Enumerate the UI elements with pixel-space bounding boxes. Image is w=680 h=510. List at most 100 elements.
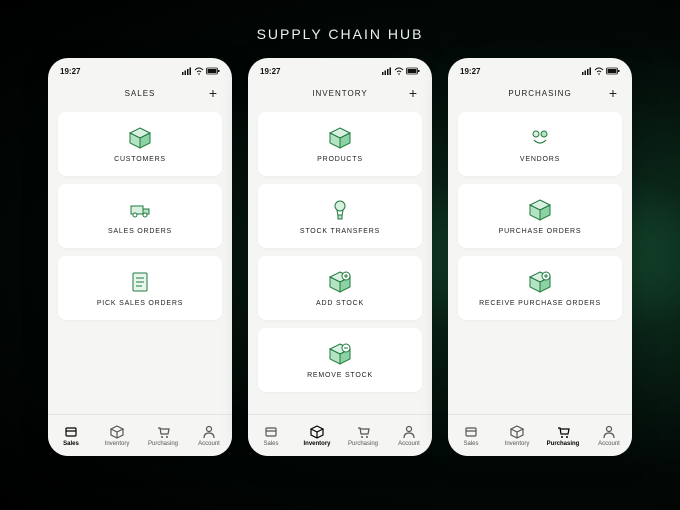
stock-transfers-icon	[328, 198, 352, 222]
card-label: STOCK TRANSFERS	[300, 228, 380, 235]
inventory-tab-icon	[510, 425, 524, 439]
card-label: VENDORS	[520, 156, 560, 163]
products-icon	[328, 126, 352, 150]
phone-mockup: 19:27 SALES + CUSTOMERS SALES ORDERS PICK…	[48, 58, 232, 456]
signal-icon	[182, 67, 192, 75]
wifi-icon	[194, 67, 204, 75]
menu-card-products[interactable]: PRODUCTS	[258, 112, 422, 176]
tab-inventory[interactable]: Inventory	[294, 415, 340, 456]
tab-sales[interactable]: Sales	[248, 415, 294, 456]
card-label: ADD STOCK	[316, 300, 364, 307]
add-stock-icon	[328, 270, 352, 294]
tab-label: Account	[398, 441, 420, 447]
add-button[interactable]: +	[209, 86, 218, 100]
tab-label: Sales	[463, 441, 478, 447]
tab-sales[interactable]: Sales	[48, 415, 94, 456]
menu-card-stock-transfers[interactable]: STOCK TRANSFERS	[258, 184, 422, 248]
phone-mockups: 19:27 SALES + CUSTOMERS SALES ORDERS PICK…	[0, 58, 680, 456]
battery-icon	[606, 67, 620, 75]
inventory-tab-icon	[110, 425, 124, 439]
tab-bar: Sales Inventory Purchasing Account	[248, 414, 432, 456]
card-label: REMOVE STOCK	[307, 372, 373, 379]
tab-inventory[interactable]: Inventory	[494, 415, 540, 456]
sales-tab-icon	[64, 425, 78, 439]
tab-purchasing[interactable]: Purchasing	[340, 415, 386, 456]
tab-label: Inventory	[505, 441, 530, 447]
tab-label: Inventory	[303, 441, 330, 447]
customers-icon	[128, 126, 152, 150]
card-list: PRODUCTS STOCK TRANSFERS ADD STOCK REMOV…	[248, 108, 432, 414]
status-indicators	[582, 67, 620, 75]
add-button[interactable]: +	[609, 86, 618, 100]
screen-title: INVENTORY	[312, 89, 367, 98]
tab-account[interactable]: Account	[186, 415, 232, 456]
tab-purchasing[interactable]: Purchasing	[540, 415, 586, 456]
tab-label: Purchasing	[547, 441, 580, 447]
page-title: SUPPLY CHAIN HUB	[0, 26, 680, 42]
wifi-icon	[394, 67, 404, 75]
tab-account[interactable]: Account	[386, 415, 432, 456]
tab-sales[interactable]: Sales	[448, 415, 494, 456]
status-time: 19:27	[260, 67, 280, 76]
card-label: SALES ORDERS	[108, 228, 172, 235]
menu-card-add-stock[interactable]: ADD STOCK	[258, 256, 422, 320]
tab-bar: Sales Inventory Purchasing Account	[448, 414, 632, 456]
card-label: CUSTOMERS	[114, 156, 166, 163]
tab-label: Purchasing	[148, 441, 178, 447]
card-label: PURCHASE ORDERS	[499, 228, 582, 235]
purchasing-tab-icon	[556, 425, 570, 439]
status-bar: 19:27	[248, 58, 432, 78]
purchase-orders-icon	[528, 198, 552, 222]
vendors-icon	[528, 126, 552, 150]
card-list: CUSTOMERS SALES ORDERS PICK SALES ORDERS	[48, 108, 232, 414]
purchasing-tab-icon	[156, 425, 170, 439]
card-label: RECEIVE PURCHASE ORDERS	[479, 300, 601, 307]
tab-label: Inventory	[105, 441, 130, 447]
signal-icon	[582, 67, 592, 75]
sales-orders-icon	[128, 198, 152, 222]
status-indicators	[182, 67, 220, 75]
menu-card-purchase-orders[interactable]: PURCHASE ORDERS	[458, 184, 622, 248]
tab-inventory[interactable]: Inventory	[94, 415, 140, 456]
add-button[interactable]: +	[409, 86, 418, 100]
account-tab-icon	[402, 425, 416, 439]
screen-header: PURCHASING +	[448, 78, 632, 108]
tab-account[interactable]: Account	[586, 415, 632, 456]
phone-mockup: 19:27 INVENTORY + PRODUCTS STOCK TRANSFER…	[248, 58, 432, 456]
tab-label: Purchasing	[348, 441, 378, 447]
tab-label: Account	[598, 441, 620, 447]
screen-title: PURCHASING	[508, 89, 571, 98]
battery-icon	[206, 67, 220, 75]
wifi-icon	[594, 67, 604, 75]
card-label: PICK SALES ORDERS	[97, 300, 183, 307]
purchasing-tab-icon	[356, 425, 370, 439]
account-tab-icon	[602, 425, 616, 439]
tab-purchasing[interactable]: Purchasing	[140, 415, 186, 456]
menu-card-receive-purchase-orders[interactable]: RECEIVE PURCHASE ORDERS	[458, 256, 622, 320]
inventory-tab-icon	[310, 425, 324, 439]
card-list: VENDORS PURCHASE ORDERS RECEIVE PURCHASE…	[448, 108, 632, 414]
tab-label: Sales	[63, 441, 79, 447]
screen-title: SALES	[125, 89, 156, 98]
menu-card-customers[interactable]: CUSTOMERS	[58, 112, 222, 176]
remove-stock-icon	[328, 342, 352, 366]
phone-mockup: 19:27 PURCHASING+ VENDORS PURCHASE ORDER…	[448, 58, 632, 456]
status-bar: 19:27	[48, 58, 232, 78]
tab-bar: Sales Inventory Purchasing Account	[48, 414, 232, 456]
tab-label: Sales	[263, 441, 278, 447]
sales-tab-icon	[264, 425, 278, 439]
account-tab-icon	[202, 425, 216, 439]
pick-sales-orders-icon	[128, 270, 152, 294]
menu-card-sales-orders[interactable]: SALES ORDERS	[58, 184, 222, 248]
sales-tab-icon	[464, 425, 478, 439]
menu-card-remove-stock[interactable]: REMOVE STOCK	[258, 328, 422, 392]
card-label: PRODUCTS	[317, 156, 363, 163]
battery-icon	[406, 67, 420, 75]
menu-card-vendors[interactable]: VENDORS	[458, 112, 622, 176]
status-indicators	[382, 67, 420, 75]
status-time: 19:27	[60, 67, 80, 76]
tab-label: Account	[198, 441, 220, 447]
screen-header: SALES +	[48, 78, 232, 108]
signal-icon	[382, 67, 392, 75]
menu-card-pick-sales-orders[interactable]: PICK SALES ORDERS	[58, 256, 222, 320]
